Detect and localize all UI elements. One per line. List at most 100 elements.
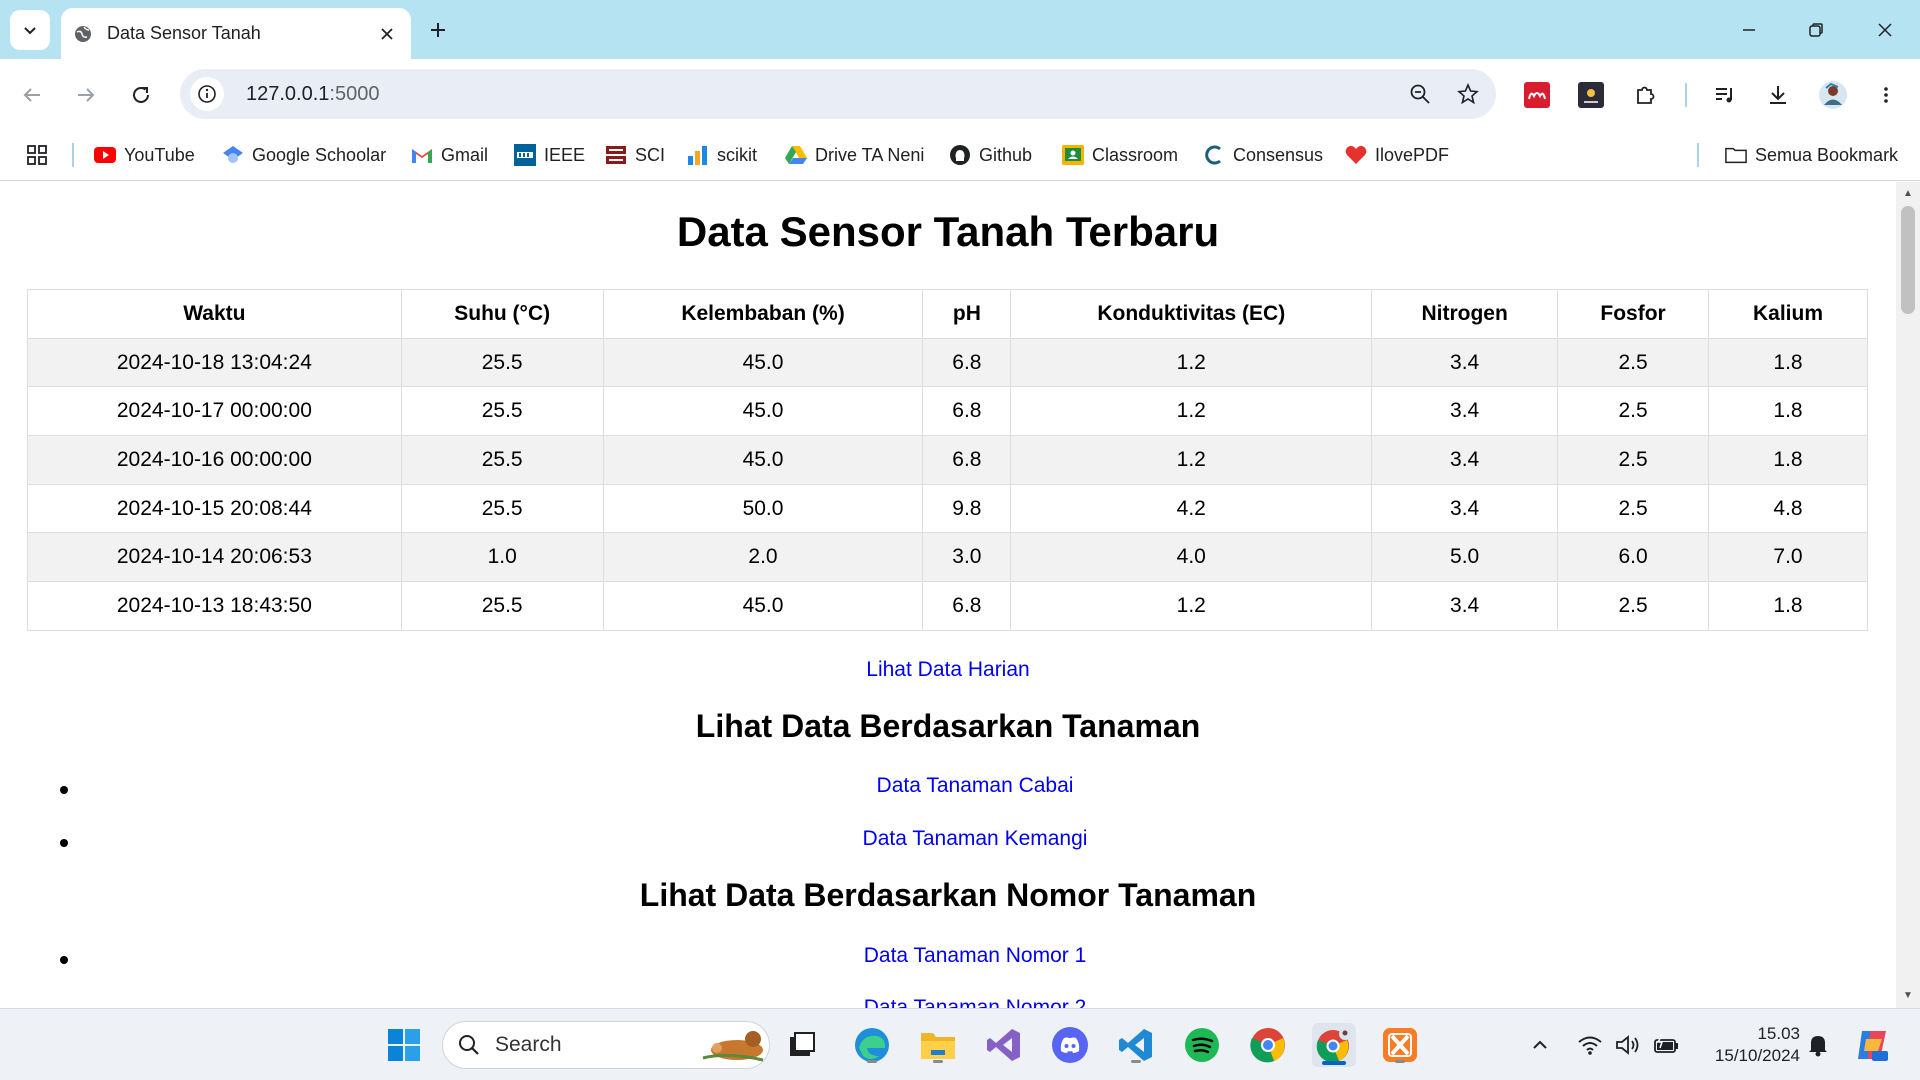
plant-link-cabai[interactable]: Data Tanaman Cabai (877, 774, 1074, 797)
media-controls-button[interactable] (1705, 75, 1745, 115)
minimize-button[interactable] (1732, 14, 1766, 46)
playlist-icon (1716, 88, 1732, 103)
bookmark-star-button[interactable] (1448, 74, 1488, 114)
extension-mendeley-button[interactable] (1517, 75, 1557, 115)
tab-close-button[interactable] (373, 20, 401, 48)
all-bookmarks-button[interactable]: Semua Bookmark (1725, 141, 1898, 169)
ieee-icon (514, 144, 536, 166)
reload-button[interactable] (123, 77, 159, 113)
bookmark-gmail[interactable]: Gmail (411, 141, 488, 169)
taskbar-visual-studio[interactable] (982, 1023, 1026, 1067)
table-cell: 2.5 (1557, 435, 1710, 485)
chrome-menu-button[interactable] (1866, 75, 1906, 115)
mendeley-icon (1524, 82, 1550, 108)
volume-status[interactable] (1610, 1023, 1646, 1067)
back-button[interactable] (14, 77, 50, 113)
table-cell: 2024-10-16 00:00:00 (27, 435, 402, 485)
site-info-button[interactable] (190, 77, 224, 111)
taskbar-chrome-profile[interactable] (1312, 1023, 1356, 1067)
scroll-down-arrow[interactable]: ▼ (1902, 990, 1914, 1002)
bookmark-youtube[interactable]: YouTube (94, 141, 195, 169)
copilot-button[interactable] (1850, 1023, 1894, 1067)
clock[interactable]: 15.03 15/10/2024 (1690, 1023, 1800, 1067)
sci-hub-icon (605, 144, 627, 166)
bookmark-google-scholar[interactable]: Google Schoolar (222, 141, 386, 169)
url-text[interactable]: 127.0.0.1:5000 (246, 83, 1400, 106)
page-title: Data Sensor Tanah Terbaru (676, 208, 1220, 255)
bookmark-classroom[interactable]: Classroom (1062, 141, 1178, 169)
arrow-left-icon (23, 88, 40, 102)
table-cell: 2.0 (602, 532, 924, 583)
table-cell: 9.8 (922, 483, 1012, 534)
task-view-button[interactable] (780, 1023, 824, 1067)
table-row: 2024-10-17 00:00:00 25.5 45.0 6.8 1.2 3.… (27, 386, 1868, 437)
plant-number-link-2[interactable]: Data Tanaman Nomor 2 (864, 996, 1087, 1008)
close-icon (381, 27, 393, 40)
restore-button[interactable] (1799, 14, 1833, 46)
bookmark-drive[interactable]: Drive TA Neni (785, 141, 924, 169)
taskbar-vscode[interactable] (1114, 1023, 1158, 1067)
bookmark-ilovepdf[interactable]: IlovePDF (1345, 141, 1449, 169)
profile-button[interactable] (1813, 75, 1853, 115)
taskbar-spotify[interactable] (1180, 1023, 1224, 1067)
table-cell: 2.5 (1557, 386, 1710, 437)
search-highlight-icon (702, 1031, 764, 1062)
scroll-up-arrow[interactable]: ▲ (1902, 188, 1914, 200)
extensions-button[interactable] (1625, 75, 1665, 115)
table-cell: 6.0 (1557, 532, 1710, 583)
address-bar[interactable]: 127.0.0.1:5000 (180, 69, 1496, 119)
forward-button[interactable] (68, 77, 104, 113)
bookmark-github[interactable]: Github (949, 141, 1032, 169)
taskbar-search[interactable]: Search (442, 1021, 770, 1069)
new-tab-button[interactable] (422, 14, 454, 46)
extension-two-button[interactable] (1571, 75, 1611, 115)
list-item: Data Tanaman Nomor 1 (80, 944, 1870, 968)
toolbar-separator (1685, 83, 1687, 107)
apps-button[interactable] (26, 141, 48, 169)
table-cell: 6.8 (922, 337, 1012, 388)
page-viewport[interactable]: Data Sensor Tanah Terbaru Waktu Suhu (°C… (0, 182, 1896, 1008)
taskbar-file-explorer[interactable] (916, 1023, 960, 1067)
column-header-kalium: Kalium (1708, 289, 1868, 339)
bookmark-consensus[interactable]: Consensus (1203, 141, 1323, 169)
bookmark-scikit[interactable]: scikit (687, 141, 757, 169)
search-placeholder: Search (495, 1033, 562, 1056)
table-row: 2024-10-14 20:06:53 1.0 2.0 3.0 4.0 5.0 … (27, 532, 1868, 583)
page-scrollbar[interactable]: ▲ ▼ (1896, 182, 1920, 1008)
windows-start-icon (388, 1029, 420, 1061)
wifi-status[interactable] (1572, 1023, 1608, 1067)
tab-title: Data Sensor Tanah (107, 23, 261, 43)
running-indicator (867, 1060, 877, 1063)
plant-number-link-1[interactable]: Data Tanaman Nomor 1 (864, 944, 1087, 967)
close-window-button[interactable] (1868, 14, 1902, 46)
daily-data-link[interactable]: Lihat Data Harian (866, 658, 1029, 681)
bookmark-ieee[interactable]: IEEE (514, 141, 585, 169)
table-cell: 50.0 (602, 483, 924, 534)
scroll-thumb[interactable] (1901, 206, 1915, 314)
table-cell: 2024-10-13 18:43:50 (27, 581, 402, 631)
browser-toolbar: 127.0.0.1:5000 (0, 59, 1920, 129)
bookmarks-separator (1697, 143, 1699, 167)
column-header-konduktivitas: Konduktivitas (EC) (1010, 289, 1373, 339)
google-drive-icon (785, 144, 807, 166)
task-view-icon (790, 1032, 815, 1056)
show-hidden-icons-button[interactable] (1522, 1023, 1558, 1067)
search-icon (459, 1035, 479, 1055)
taskbar-discord[interactable] (1048, 1023, 1092, 1067)
zoom-button[interactable] (1400, 74, 1440, 114)
bookmark-label: YouTube (124, 144, 195, 165)
start-button[interactable] (382, 1023, 426, 1067)
downloads-button[interactable] (1758, 75, 1798, 115)
table-cell: 3.4 (1371, 581, 1559, 631)
table-cell: 2.5 (1557, 483, 1710, 534)
taskbar-chrome[interactable] (1246, 1023, 1290, 1067)
tab-search-button[interactable] (10, 10, 50, 50)
browser-tab[interactable]: Data Sensor Tanah (61, 8, 411, 59)
table-row: 2024-10-13 18:43:50 25.5 45.0 6.8 1.2 3.… (27, 581, 1868, 631)
bookmark-sci[interactable]: SCI (605, 141, 665, 169)
battery-status[interactable] (1648, 1023, 1684, 1067)
taskbar-edge[interactable] (850, 1023, 894, 1067)
plant-link-kemangi[interactable]: Data Tanaman Kemangi (863, 827, 1088, 850)
notifications-button[interactable] (1800, 1023, 1836, 1067)
taskbar-xampp[interactable] (1378, 1023, 1422, 1067)
